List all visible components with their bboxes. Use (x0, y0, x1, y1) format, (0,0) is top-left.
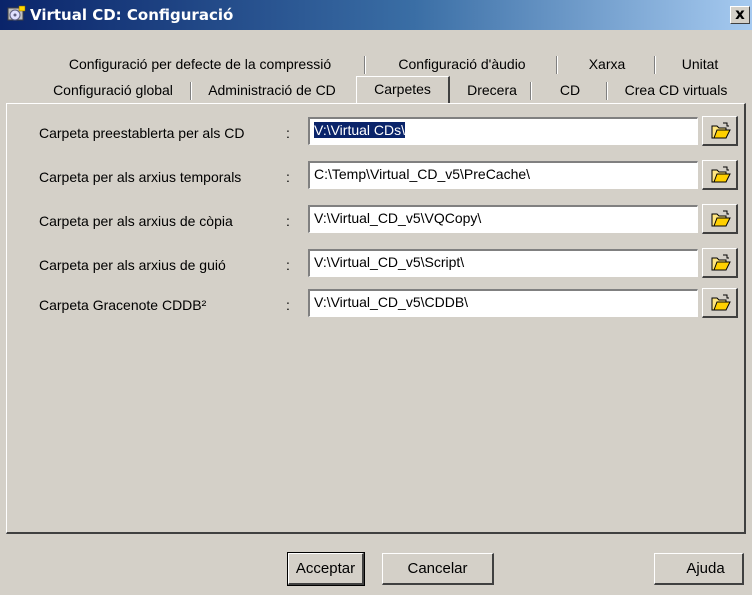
tab-cd-management[interactable]: Administració de CD (192, 78, 352, 103)
browse-default-cd-folder-button[interactable] (702, 116, 738, 146)
default-cd-folder-input[interactable]: V:\Virtual CDs\ (308, 117, 698, 145)
tab-network[interactable]: Xarxa (558, 52, 656, 77)
script-files-folder-input[interactable]: V:\Virtual_CD_v5\Script\ (308, 249, 698, 277)
copy-files-folder-label: Carpeta per als arxius de còpia (39, 213, 233, 229)
browse-temp-files-folder-button[interactable] (702, 160, 738, 190)
browse-copy-files-folder-button[interactable] (702, 204, 738, 234)
gracenote-cddb-folder-label: Carpeta Gracenote CDDB² (39, 297, 207, 313)
tab-cd[interactable]: CD (532, 78, 608, 103)
row-colon: : (286, 257, 290, 273)
ok-button[interactable]: Acceptar (287, 552, 365, 586)
tab-global-settings[interactable]: Configuració global (34, 78, 192, 103)
copy-files-folder-input[interactable]: V:\Virtual_CD_v5\VQCopy\ (308, 205, 698, 233)
tab-folders[interactable]: Carpetes (356, 76, 450, 103)
tab-drive[interactable]: Unitat (656, 52, 744, 77)
close-button[interactable]: x (730, 6, 750, 24)
row-colon: : (286, 125, 290, 141)
browse-gracenote-cddb-folder-button[interactable] (702, 288, 738, 318)
open-folder-icon (711, 294, 731, 311)
row-colon: : (286, 297, 290, 313)
script-files-folder-label: Carpeta per als arxius de guió (39, 257, 226, 273)
gracenote-cddb-folder-input[interactable]: V:\Virtual_CD_v5\CDDB\ (308, 289, 698, 317)
browse-script-files-folder-button[interactable] (702, 248, 738, 278)
config-dialog: Virtual CD: Configuració x Configuració … (0, 0, 752, 595)
tab-create-virtual-cds[interactable]: Crea CD virtuals (608, 78, 744, 103)
close-icon: x (735, 5, 745, 23)
temp-files-folder-label: Carpeta per als arxius temporals (39, 169, 242, 185)
help-button[interactable]: Ajuda (654, 553, 744, 585)
tab-shortcut[interactable]: Drecera (452, 78, 532, 103)
default-cd-folder-label: Carpeta preestablerta per als CD (39, 125, 245, 141)
open-folder-icon (711, 254, 731, 271)
window-title: Virtual CD: Configuració (30, 6, 234, 24)
row-colon: : (286, 213, 290, 229)
open-folder-icon (711, 166, 731, 183)
title-bar: Virtual CD: Configuració x (0, 0, 752, 30)
temp-files-folder-input[interactable]: C:\Temp\Virtual_CD_v5\PreCache\ (308, 161, 698, 189)
tab-compression-defaults[interactable]: Configuració per defecte de la compressi… (34, 52, 366, 77)
app-icon (7, 5, 26, 21)
tab-audio-settings[interactable]: Configuració d'àudio (366, 52, 558, 77)
cancel-button[interactable]: Cancelar (382, 553, 494, 585)
row-colon: : (286, 169, 290, 185)
open-folder-icon (711, 122, 731, 139)
open-folder-icon (711, 210, 731, 227)
